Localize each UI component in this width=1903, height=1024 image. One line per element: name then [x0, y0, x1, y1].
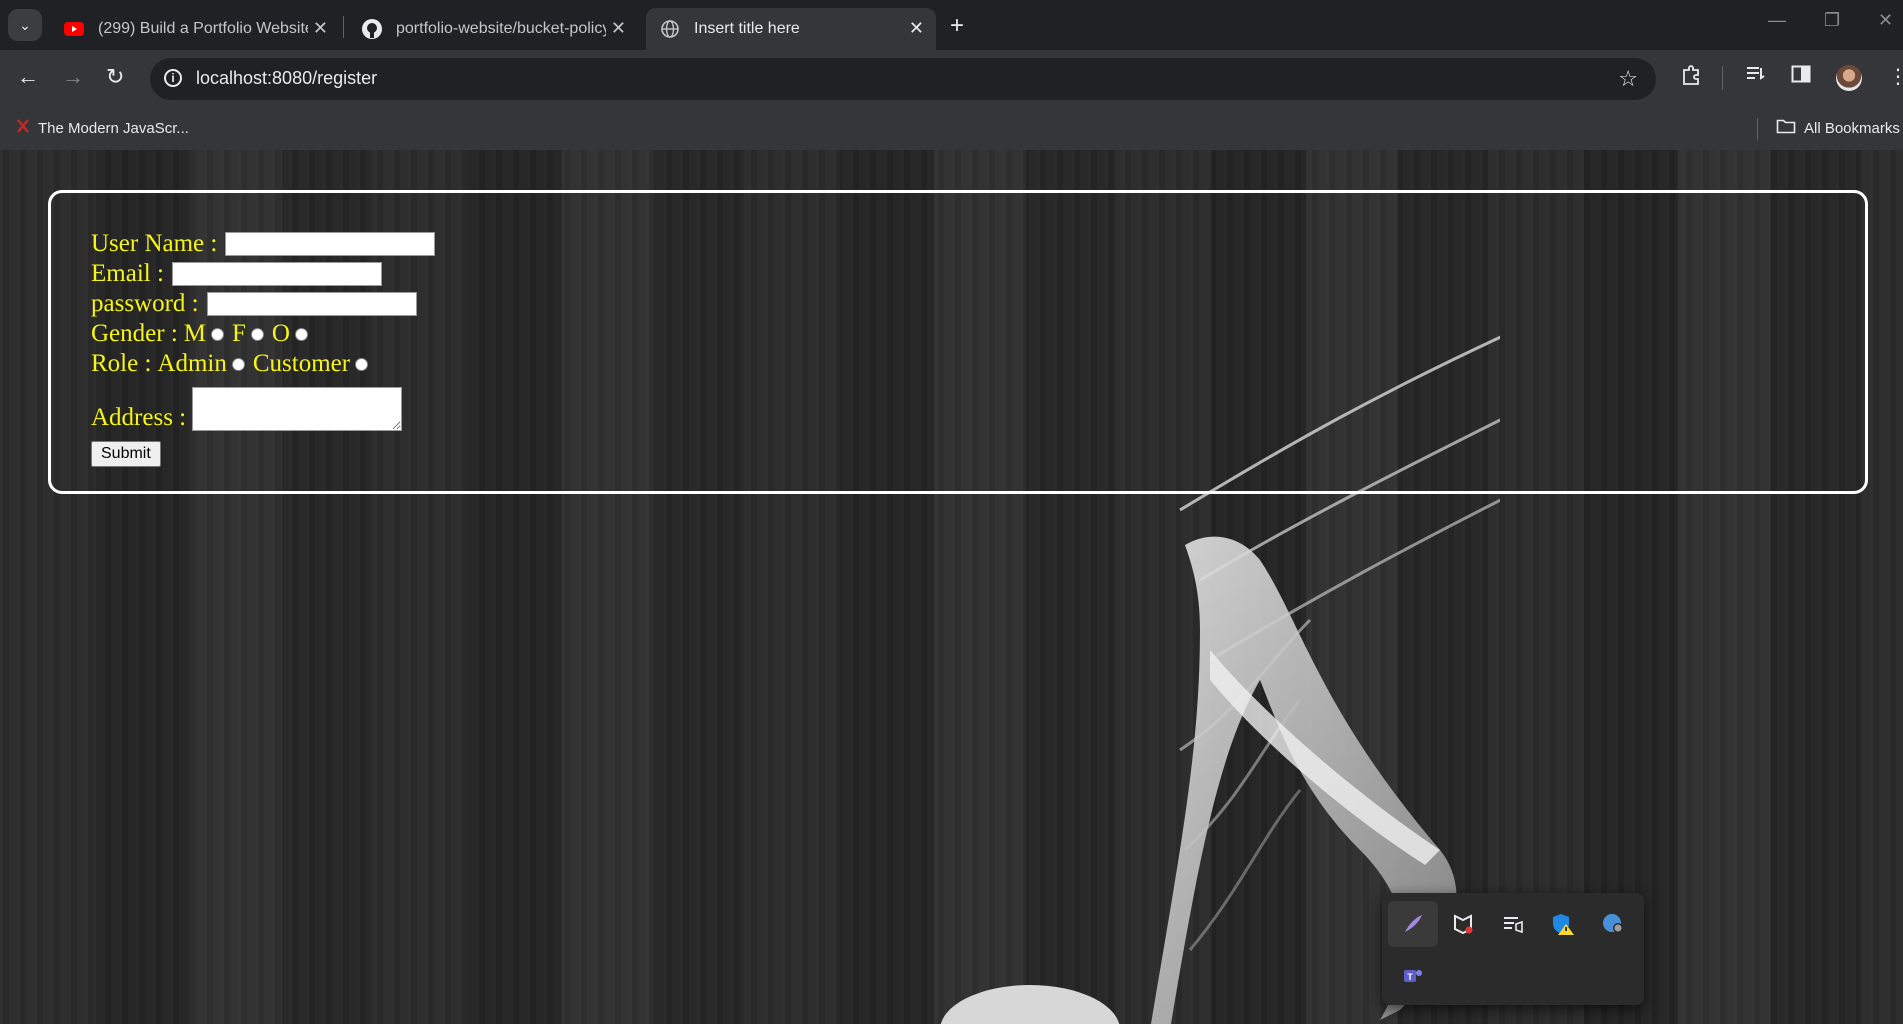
close-icon[interactable]: ✕	[909, 18, 924, 39]
close-icon[interactable]: ✕	[313, 18, 328, 39]
all-bookmarks-button[interactable]: All Bookmarks	[1776, 118, 1900, 138]
security-warning-icon[interactable]	[1538, 901, 1588, 947]
email-input[interactable]	[171, 262, 382, 286]
gender-m-radio[interactable]	[211, 327, 225, 341]
youtube-icon	[64, 19, 84, 39]
gender-option-label: O	[271, 320, 290, 347]
address-bar[interactable]: i localhost:8080/register ☆	[150, 58, 1656, 100]
email-row: Email :	[91, 259, 435, 289]
tab-title: portfolio-website/bucket-policy	[396, 20, 606, 37]
tab-title: Insert title here	[694, 20, 800, 37]
new-tab-button[interactable]: +	[950, 12, 964, 40]
bookmark-label: The Modern JavaScr...	[38, 119, 189, 137]
tab-github[interactable]: portfolio-website/bucket-policy ✕	[348, 8, 638, 50]
email-label: Email :	[91, 260, 164, 287]
role-option-label: Customer	[252, 350, 351, 377]
username-row: User Name :	[91, 229, 436, 259]
tab-youtube[interactable]: (299) Build a Portfolio Website ( ✕	[50, 8, 340, 50]
password-row: password :	[91, 289, 435, 319]
address-label: Address :	[91, 404, 187, 431]
gender-row: Gender : M F O	[91, 319, 435, 349]
site-info-icon[interactable]: i	[164, 69, 182, 87]
address-row: Address :	[91, 379, 435, 433]
bookmark-item[interactable]: The Modern JavaScr...	[16, 118, 189, 138]
close-icon[interactable]: ✕	[611, 18, 626, 39]
mcafee-shield-icon[interactable]	[1438, 901, 1488, 947]
folder-icon	[1776, 118, 1796, 138]
feather-app-icon[interactable]	[1388, 901, 1438, 947]
tab-search-button[interactable]: ⌄	[8, 9, 42, 41]
username-label: User Name :	[91, 230, 218, 257]
chevron-down-icon: ⌄	[19, 16, 31, 33]
gender-label: Gender :	[91, 320, 178, 347]
back-icon[interactable]: ←	[17, 64, 39, 90]
restore-icon[interactable]: ❐	[1824, 10, 1840, 31]
profile-avatar[interactable]	[1836, 65, 1862, 91]
window-close-icon[interactable]: ✕	[1878, 10, 1893, 31]
star-icon[interactable]: ☆	[1618, 66, 1638, 92]
bookmarks-divider	[1757, 118, 1758, 140]
extensions-icon[interactable]	[1680, 64, 1702, 92]
github-icon	[362, 19, 382, 39]
password-label: password :	[91, 290, 199, 317]
bookmarks-bar: The Modern JavaScr... All Bookmarks	[0, 108, 1903, 150]
username-input[interactable]	[225, 232, 436, 256]
tab-strip: ⌄ (299) Build a Portfolio Website ( ✕ po…	[0, 0, 1903, 50]
reading-list-icon[interactable]	[1745, 64, 1767, 90]
tab-title: (299) Build a Portfolio Website (	[98, 20, 308, 37]
gender-option-label: M	[183, 320, 207, 347]
role-label: Role :	[91, 350, 152, 377]
role-admin-radio[interactable]	[231, 357, 245, 371]
role-row: Role : Admin Customer	[91, 349, 435, 379]
js-bookmark-icon	[16, 118, 30, 138]
gender-o-radio[interactable]	[294, 327, 308, 341]
gender-f-radio[interactable]	[250, 327, 264, 341]
url-text[interactable]: localhost:8080/register	[196, 68, 377, 89]
role-customer-radio[interactable]	[355, 357, 369, 371]
tab-divider	[343, 16, 344, 38]
media-list-icon[interactable]	[1488, 901, 1538, 947]
menu-kebab-icon[interactable]: ⋮	[1888, 64, 1903, 89]
reload-icon[interactable]: ↻	[106, 64, 124, 90]
svg-text:T: T	[1407, 972, 1413, 982]
browser-toolbar: ← → ↻ i localhost:8080/register ☆ ⋮	[0, 50, 1903, 108]
forward-icon[interactable]: →	[62, 64, 84, 90]
address-textarea[interactable]	[192, 387, 403, 431]
role-option-label: Admin	[157, 350, 227, 377]
all-bookmarks-label: All Bookmarks	[1804, 119, 1900, 137]
side-panel-icon[interactable]	[1791, 64, 1811, 90]
toolbar-divider	[1722, 66, 1723, 90]
submit-button[interactable]: Submit	[91, 441, 161, 467]
gender-option-label: F	[232, 320, 246, 347]
tab-insert-title[interactable]: Insert title here ✕	[646, 8, 936, 50]
globe-icon	[660, 19, 680, 39]
register-form: User Name : Email : password : Gender : …	[91, 229, 436, 467]
system-tray-popup: T	[1382, 893, 1644, 1005]
network-globe-icon[interactable]	[1588, 901, 1638, 947]
password-input[interactable]	[206, 292, 417, 316]
minimize-icon[interactable]: —	[1768, 10, 1786, 31]
teams-icon[interactable]: T	[1388, 953, 1438, 999]
register-form-box: User Name : Email : password : Gender : …	[48, 190, 1868, 494]
